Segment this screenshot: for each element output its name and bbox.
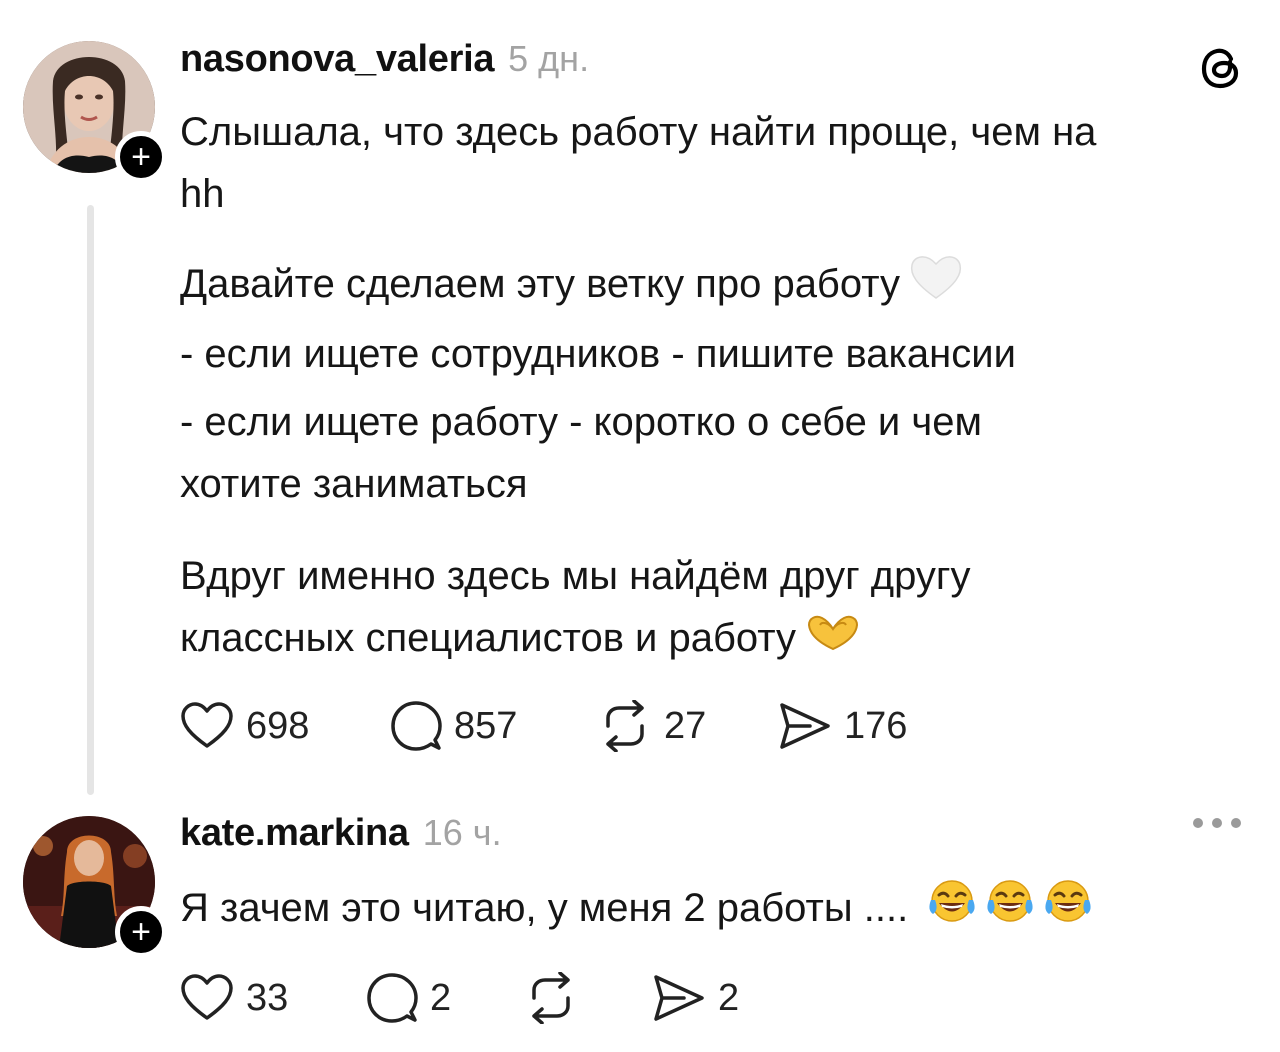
- post-text-line: hh: [180, 172, 225, 216]
- share-button[interactable]: 176: [778, 696, 907, 756]
- heart-icon: [181, 974, 233, 1020]
- more-options-icon[interactable]: [1193, 818, 1241, 828]
- share-count: 2: [718, 976, 740, 1019]
- repost-count: 27: [664, 704, 707, 747]
- like-button[interactable]: 33: [180, 968, 288, 1028]
- post-text-line: хотите заниматься: [180, 462, 528, 506]
- share-icon: [780, 703, 830, 749]
- like-button[interactable]: 698: [180, 696, 309, 756]
- post-text-line: - если ищете сотрудников - пишите ваканс…: [180, 332, 1016, 376]
- share-icon: [654, 975, 704, 1021]
- like-count: 698: [246, 704, 310, 747]
- comment-icon: [391, 701, 442, 751]
- post-time: 16 ч.: [422, 812, 502, 853]
- like-count: 33: [246, 976, 289, 1019]
- follow-button[interactable]: +: [115, 131, 167, 183]
- post-text-line: Вдруг именно здесь мы найдём друг другу: [180, 554, 971, 598]
- post-text: Давайте сделаем эту ветку про работу: [180, 262, 900, 307]
- threads-logo-icon[interactable]: [1195, 42, 1247, 94]
- avatar-kate[interactable]: +: [23, 816, 167, 958]
- username[interactable]: kate.markina: [180, 812, 409, 855]
- heart-hands-icon: [804, 608, 862, 672]
- post-header: kate.markina 16 ч.: [180, 812, 502, 855]
- white-heart-icon: [908, 252, 964, 321]
- tears-of-joy-icon: [1043, 878, 1093, 943]
- avatar-nasonova[interactable]: +: [23, 41, 167, 183]
- post-text-line: классных специалистов и работу: [180, 606, 862, 672]
- repost-icon: [532, 972, 570, 1024]
- comment-count: 2: [430, 976, 452, 1019]
- heart-icon: [181, 702, 233, 748]
- post-text-line: - если ищете работу - коротко о себе и ч…: [180, 400, 982, 444]
- post-text: классных специалистов и работу: [180, 616, 797, 660]
- comment-button[interactable]: 2: [366, 968, 451, 1028]
- tears-of-joy-icon: [985, 878, 1035, 943]
- repost-button[interactable]: [524, 968, 590, 1028]
- post-text-line: Давайте сделаем эту ветку про работу: [180, 252, 964, 321]
- post-text-line: Я зачем это читаю, у меня 2 работы ....: [180, 876, 1093, 943]
- tears-of-joy-icon: [927, 878, 977, 943]
- repost-icon: [606, 700, 644, 752]
- post-text-line: Слышала, что здесь работу найти проще, ч…: [180, 110, 1097, 154]
- comment-button[interactable]: 857: [390, 696, 517, 756]
- post-time: 5 дн.: [508, 38, 590, 79]
- follow-button[interactable]: +: [115, 906, 167, 958]
- post-text: Я зачем это читаю, у меня 2 работы ....: [180, 886, 909, 930]
- username[interactable]: nasonova_valeria: [180, 38, 494, 81]
- post-header: nasonova_valeria 5 дн.: [180, 38, 589, 81]
- share-count: 176: [844, 704, 908, 747]
- comment-count: 857: [454, 704, 518, 747]
- comment-icon: [367, 973, 418, 1023]
- repost-button[interactable]: 27: [598, 696, 706, 756]
- thread-line: [87, 205, 94, 795]
- share-button[interactable]: 2: [652, 968, 739, 1028]
